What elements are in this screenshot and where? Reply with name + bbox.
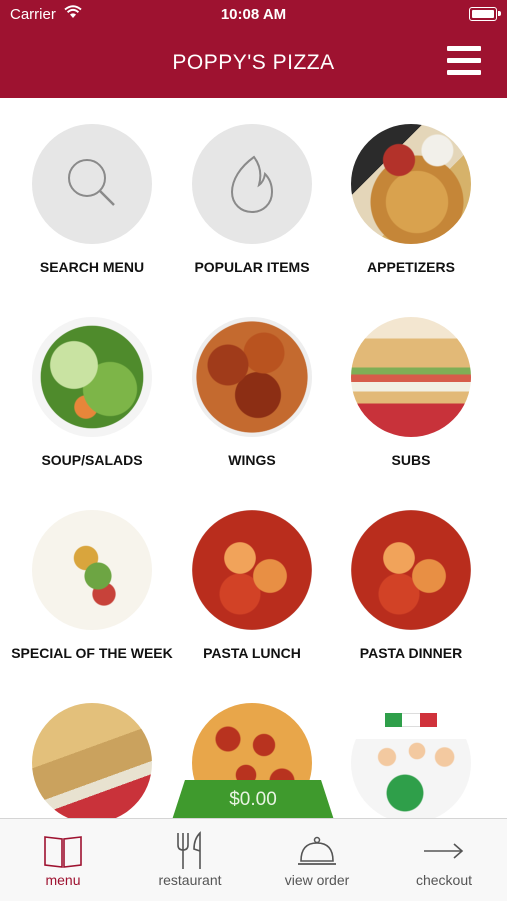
search-icon xyxy=(32,124,152,244)
category-popular-items[interactable]: POPULAR ITEMS xyxy=(167,124,337,276)
category-wings[interactable]: WINGS xyxy=(167,317,337,469)
menu-category-grid: SEARCH MENU POPULAR ITEMS APPETIZERS SOU… xyxy=(0,98,507,818)
hamburger-menu-icon[interactable] xyxy=(447,46,481,76)
category-appetizers[interactable]: APPETIZERS xyxy=(326,124,496,276)
app-title: POPPY'S PIZZA xyxy=(172,51,335,74)
category-pasta-lunch[interactable]: PASTA LUNCH xyxy=(167,510,337,662)
app-header: Carrier 10:08 AM POPPY'S PIZZA xyxy=(0,0,507,98)
tab-menu[interactable]: menu xyxy=(0,819,126,901)
kids-illustration xyxy=(351,703,471,818)
tab-view-order[interactable]: view order xyxy=(254,819,380,901)
category-label: SPECIAL OF THE WEEK xyxy=(11,645,173,661)
category-subs[interactable]: SUBS xyxy=(326,317,496,469)
tab-bar: menu restaurant view order checkout xyxy=(0,818,507,901)
category-label: PASTA LUNCH xyxy=(203,645,301,661)
fork-knife-icon xyxy=(177,831,201,869)
tab-label: menu xyxy=(45,872,81,888)
breadsticks-photo xyxy=(32,703,152,818)
tab-label: view order xyxy=(284,872,350,888)
category-kids[interactable] xyxy=(326,703,496,818)
pasta-photo xyxy=(192,510,312,630)
book-icon xyxy=(44,836,82,868)
category-label: WINGS xyxy=(228,452,276,468)
category-label: SOUP/SALADS xyxy=(41,452,143,468)
tab-restaurant[interactable]: restaurant xyxy=(127,819,253,901)
category-search-menu[interactable]: SEARCH MENU xyxy=(7,124,177,276)
category-label: PASTA DINNER xyxy=(359,645,463,661)
category-special-of-the-week[interactable]: SPECIAL OF THE WEEK xyxy=(7,510,177,662)
battery-tip xyxy=(498,11,501,16)
wings-photo xyxy=(192,317,312,437)
italian-flag-icon xyxy=(385,713,437,727)
appetizers-photo xyxy=(351,124,471,244)
arrow-right-icon xyxy=(424,843,464,859)
salad-photo xyxy=(32,317,152,437)
flame-icon xyxy=(192,124,312,244)
pasta-photo xyxy=(351,510,471,630)
tab-checkout[interactable]: checkout xyxy=(381,819,507,901)
category-label: SUBS xyxy=(391,452,431,468)
tab-label: checkout xyxy=(415,872,473,888)
category-breadsticks[interactable] xyxy=(7,703,177,818)
category-label: APPETIZERS xyxy=(367,259,455,275)
clock: 10:08 AM xyxy=(220,6,287,23)
cloche-icon xyxy=(298,836,336,865)
category-soup-salads[interactable]: SOUP/SALADS xyxy=(7,317,177,469)
italy-map-image xyxy=(32,510,152,630)
sub-sandwich-photo xyxy=(351,317,471,437)
battery-icon xyxy=(469,7,497,21)
status-bar: Carrier 10:08 AM xyxy=(0,0,507,30)
tab-label: restaurant xyxy=(158,872,222,888)
cart-total-button[interactable]: $0.00 xyxy=(172,780,334,820)
category-label: SEARCH MENU xyxy=(39,259,145,275)
category-pasta-dinner[interactable]: PASTA DINNER xyxy=(326,510,496,662)
category-label: POPULAR ITEMS xyxy=(194,259,310,275)
